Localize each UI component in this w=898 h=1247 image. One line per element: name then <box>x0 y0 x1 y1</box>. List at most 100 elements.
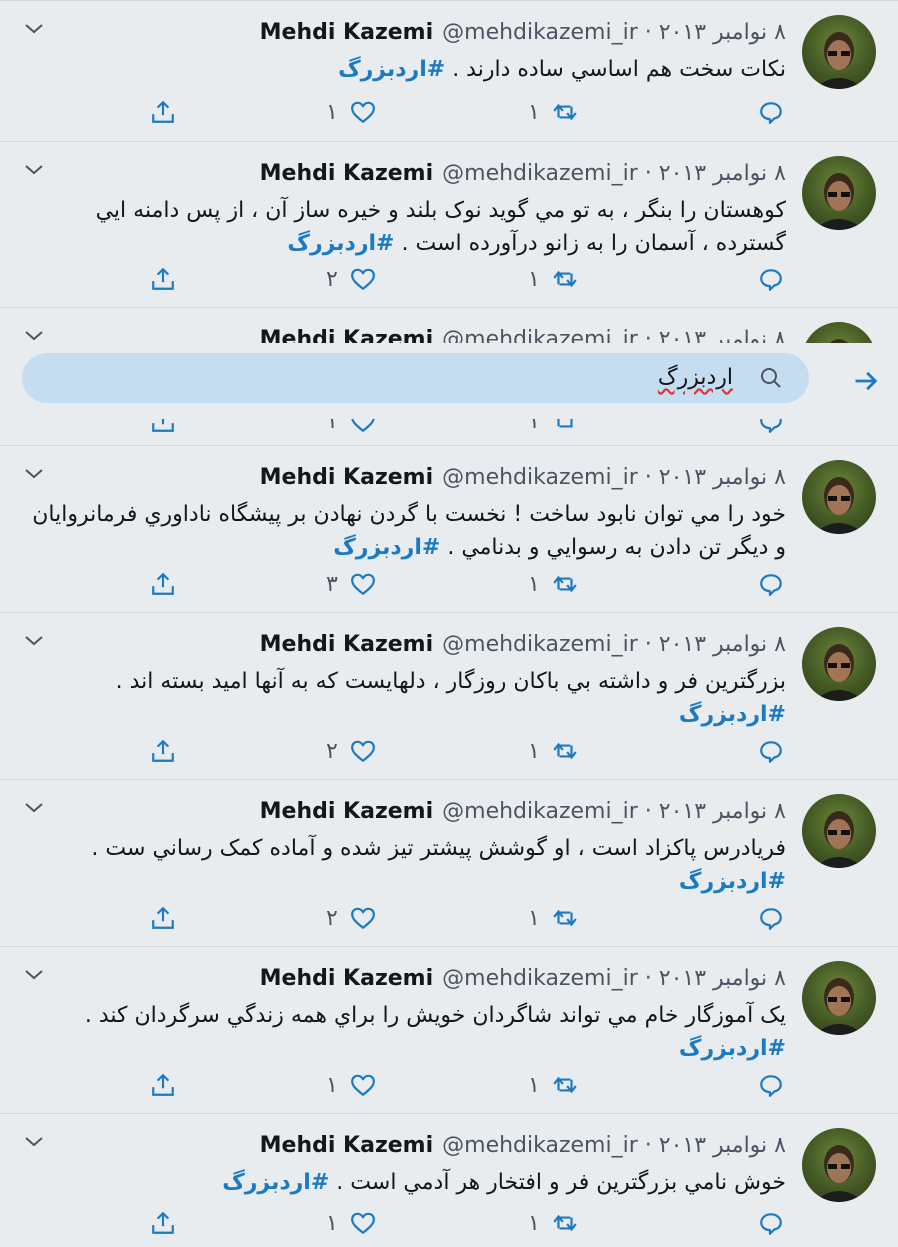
heart-icon <box>350 907 375 929</box>
like-count: ۲ <box>326 738 338 764</box>
tweet-body: يک آموزگار خام مي تواند شاگردان خويش را … <box>84 1003 786 1028</box>
tweet[interactable]: Mehdi Kazemi @mehdikazemi_ir · ۸ نوامبر … <box>0 1113 898 1247</box>
like-button[interactable]: ۳ <box>326 567 376 601</box>
chevron-down-icon[interactable] <box>22 963 46 987</box>
author-handle[interactable]: @mehdikazemi_ir <box>442 632 638 657</box>
retweet-button[interactable]: ۱ <box>528 734 578 768</box>
author-name[interactable]: Mehdi Kazemi <box>260 161 434 186</box>
like-count: ۱ <box>326 99 338 125</box>
hashtag-link[interactable]: #اردبزرگ <box>222 1170 329 1195</box>
tweet-header: Mehdi Kazemi @mehdikazemi_ir · ۸ نوامبر … <box>260 965 786 993</box>
tweet[interactable]: Mehdi Kazemi @mehdikazemi_ir · ۸ نوامبر … <box>0 445 898 612</box>
share-button[interactable] <box>150 1068 176 1102</box>
tweet-actions: ۱ ۲ <box>0 901 898 935</box>
retweet-button[interactable]: ۱ <box>528 262 578 296</box>
like-button[interactable]: ۱ <box>326 95 376 129</box>
retweet-button[interactable]: ۱ <box>528 1206 578 1240</box>
share-button[interactable] <box>150 901 176 935</box>
share-button[interactable] <box>150 262 176 296</box>
retweet-button[interactable]: ۱ <box>528 95 578 129</box>
author-name[interactable]: Mehdi Kazemi <box>260 632 434 657</box>
avatar[interactable] <box>802 627 876 701</box>
avatar[interactable] <box>802 961 876 1035</box>
like-button[interactable]: ۲ <box>326 901 376 935</box>
retweet-count: ۱ <box>528 571 540 597</box>
reply-button[interactable] <box>758 901 784 935</box>
search-query[interactable]: اردبزرگ <box>658 365 733 391</box>
author-handle[interactable]: @mehdikazemi_ir <box>442 465 638 490</box>
reply-icon <box>760 269 782 291</box>
chevron-down-icon[interactable] <box>22 629 46 653</box>
author-name[interactable]: Mehdi Kazemi <box>260 20 434 45</box>
author-handle[interactable]: @mehdikazemi_ir <box>442 20 638 45</box>
share-button[interactable] <box>150 567 176 601</box>
separator-dot: · <box>644 799 652 824</box>
retweet-button[interactable]: ۱ <box>528 1068 578 1102</box>
tweet-text: يک آموزگار خام مي تواند شاگردان خويش را … <box>30 999 786 1065</box>
share-button[interactable] <box>150 1206 176 1240</box>
retweet-button[interactable]: ۱ <box>528 901 578 935</box>
retweet-button[interactable]: ۱ <box>528 567 578 601</box>
chevron-down-icon[interactable] <box>22 462 46 486</box>
tweet[interactable]: Mehdi Kazemi @mehdikazemi_ir · ۸ نوامبر … <box>0 612 898 779</box>
tweet[interactable]: Mehdi Kazemi @mehdikazemi_ir · ۸ نوامبر … <box>0 779 898 946</box>
reply-button[interactable] <box>758 1206 784 1240</box>
author-handle[interactable]: @mehdikazemi_ir <box>442 161 638 186</box>
tweet-date[interactable]: ۸ نوامبر ۲۰۱۳ <box>659 966 786 991</box>
tweet[interactable]: Mehdi Kazemi @mehdikazemi_ir · ۸ نوامبر … <box>0 946 898 1113</box>
reply-icon <box>760 574 782 596</box>
like-button[interactable]: ۲ <box>326 734 376 768</box>
reply-button[interactable] <box>758 95 784 129</box>
reply-button[interactable] <box>758 1068 784 1102</box>
reply-button[interactable] <box>758 567 784 601</box>
hashtag-link[interactable]: #اردبزرگ <box>338 57 445 82</box>
reply-button[interactable] <box>758 734 784 768</box>
like-button[interactable]: ۱ <box>326 1068 376 1102</box>
reply-button[interactable] <box>758 262 784 296</box>
heart-icon <box>350 740 375 762</box>
arrow-right-icon[interactable] <box>852 367 880 395</box>
avatar[interactable] <box>802 156 876 230</box>
chevron-down-icon[interactable] <box>22 17 46 41</box>
tweet-date[interactable]: ۸ نوامبر ۲۰۱۳ <box>659 1133 786 1158</box>
avatar[interactable] <box>802 460 876 534</box>
hashtag-link[interactable]: #اردبزرگ <box>287 231 394 256</box>
chevron-down-icon[interactable] <box>22 158 46 182</box>
avatar[interactable] <box>802 15 876 89</box>
tweet-body: فريادرس پاکزاد است ، او گوشش پيشتر تيز ش… <box>91 836 786 861</box>
tweet-date[interactable]: ۸ نوامبر ۲۰۱۳ <box>659 632 786 657</box>
chevron-down-icon[interactable] <box>22 1130 46 1154</box>
chevron-down-icon[interactable] <box>22 796 46 820</box>
hashtag-link[interactable]: #اردبزرگ <box>333 535 440 560</box>
hashtag-link[interactable]: #اردبزرگ <box>679 1036 786 1061</box>
tweet-date[interactable]: ۸ نوامبر ۲۰۱۳ <box>659 20 786 45</box>
avatar[interactable] <box>802 794 876 868</box>
reply-icon <box>760 908 782 930</box>
tweet[interactable]: Mehdi Kazemi @mehdikazemi_ir · ۸ نوامبر … <box>0 0 898 141</box>
like-count: ۲ <box>326 905 338 931</box>
tweet-date[interactable]: ۸ نوامبر ۲۰۱۳ <box>659 799 786 824</box>
avatar[interactable] <box>802 1128 876 1202</box>
share-button[interactable] <box>150 95 176 129</box>
author-handle[interactable]: @mehdikazemi_ir <box>442 799 638 824</box>
tweet[interactable]: Mehdi Kazemi @mehdikazemi_ir · ۸ نوامبر … <box>0 141 898 307</box>
retweet-icon <box>553 742 577 760</box>
author-handle[interactable]: @mehdikazemi_ir <box>442 966 638 991</box>
hashtag-link[interactable]: #اردبزرگ <box>679 702 786 727</box>
tweet-date[interactable]: ۸ نوامبر ۲۰۱۳ <box>659 161 786 186</box>
heart-icon <box>350 268 375 290</box>
like-button[interactable]: ۲ <box>326 262 376 296</box>
author-handle[interactable]: @mehdikazemi_ir <box>442 1133 638 1158</box>
author-name[interactable]: Mehdi Kazemi <box>260 799 434 824</box>
tweet-text: خود را مي توان نابود ساخت ! نخست با گردن… <box>30 498 786 564</box>
author-name[interactable]: Mehdi Kazemi <box>260 966 434 991</box>
hashtag-link[interactable]: #اردبزرگ <box>679 869 786 894</box>
tweet-date[interactable]: ۸ نوامبر ۲۰۱۳ <box>659 465 786 490</box>
author-name[interactable]: Mehdi Kazemi <box>260 465 434 490</box>
share-button[interactable] <box>150 734 176 768</box>
author-name[interactable]: Mehdi Kazemi <box>260 1133 434 1158</box>
search-icon[interactable] <box>759 366 783 390</box>
separator-dot: · <box>644 465 652 490</box>
like-button[interactable]: ۱ <box>326 1206 376 1240</box>
search-input[interactable]: اردبزرگ <box>22 353 809 403</box>
